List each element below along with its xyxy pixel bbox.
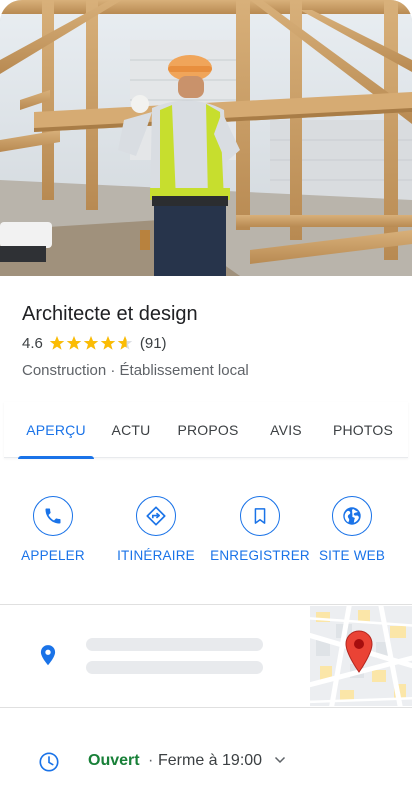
place-category: Construction · Établissement local [22,362,249,379]
action-label: APPELER [21,548,85,563]
address-row[interactable] [0,606,412,706]
star-icon [83,336,99,350]
phone-icon [45,508,61,524]
tab-label: PHOTOS [332,422,394,438]
directions-icon [146,506,166,526]
star-icon [66,336,82,350]
construction-photo [0,0,412,276]
address-placeholder-line [86,661,263,674]
place-header: Architecte et design 4.6 (91) Constructi… [22,300,392,381]
open-status: Ouvert [88,752,140,769]
star-icon [117,336,133,350]
action-buttons: APPELER ITINÉRAIRE ENREGISTRER SITE WEB [0,496,412,576]
tab-propos[interactable]: PROPOS [174,402,242,458]
place-card: Architecte et design 4.6 (91) Constructi… [0,0,412,800]
tab-label: APERÇU [26,422,86,438]
tab-bar: APERÇU ACTU PROPOS AVIS PHOTOS [4,402,408,459]
website-button-circle [332,496,372,536]
call-button[interactable]: APPELER [5,496,101,563]
rating-row[interactable]: 4.6 (91) [22,333,392,353]
tab-label: AVIS [270,422,302,438]
tab-label: PROPOS [177,422,239,438]
section-divider [0,707,412,708]
tab-label: ACTU [111,422,151,438]
hours-row[interactable]: Ouvert · Ferme à 19:00 [0,740,412,784]
tab-actu[interactable]: ACTU [106,402,156,458]
save-button-circle [240,496,280,536]
star-rating [49,335,134,351]
globe-icon [343,507,361,525]
directions-button-circle [136,496,176,536]
review-count[interactable]: (91) [140,335,167,352]
chevron-down-icon[interactable] [274,756,286,764]
place-name: Architecte et design [22,303,198,325]
section-divider [0,604,412,605]
closing-time: Ferme à 19:00 [158,752,263,769]
star-icon [49,336,65,350]
hours-separator: · [148,752,154,769]
rating-value: 4.6 [22,334,43,352]
clock-icon [39,752,59,772]
tab-photos[interactable]: PHOTOS [330,402,396,458]
website-button[interactable]: SITE WEB [304,496,400,563]
address-placeholder-line [86,638,263,651]
action-label: ENREGISTRER [210,548,310,563]
location-pin-icon [40,645,56,666]
map-pin-icon [345,630,373,673]
bookmark-icon [254,508,266,524]
action-label: SITE WEB [318,548,386,563]
action-label: ITINÉRAIRE [117,548,195,563]
hero-photo[interactable] [0,0,412,276]
star-icon [100,336,116,350]
tab-apercu[interactable]: APERÇU [18,402,94,459]
call-button-circle [33,496,73,536]
directions-button[interactable]: ITINÉRAIRE [108,496,204,563]
map-thumbnail[interactable] [310,606,412,706]
save-button[interactable]: ENREGISTRER [210,496,310,563]
tab-avis[interactable]: AVIS [262,402,310,458]
active-tab-indicator [18,456,94,459]
